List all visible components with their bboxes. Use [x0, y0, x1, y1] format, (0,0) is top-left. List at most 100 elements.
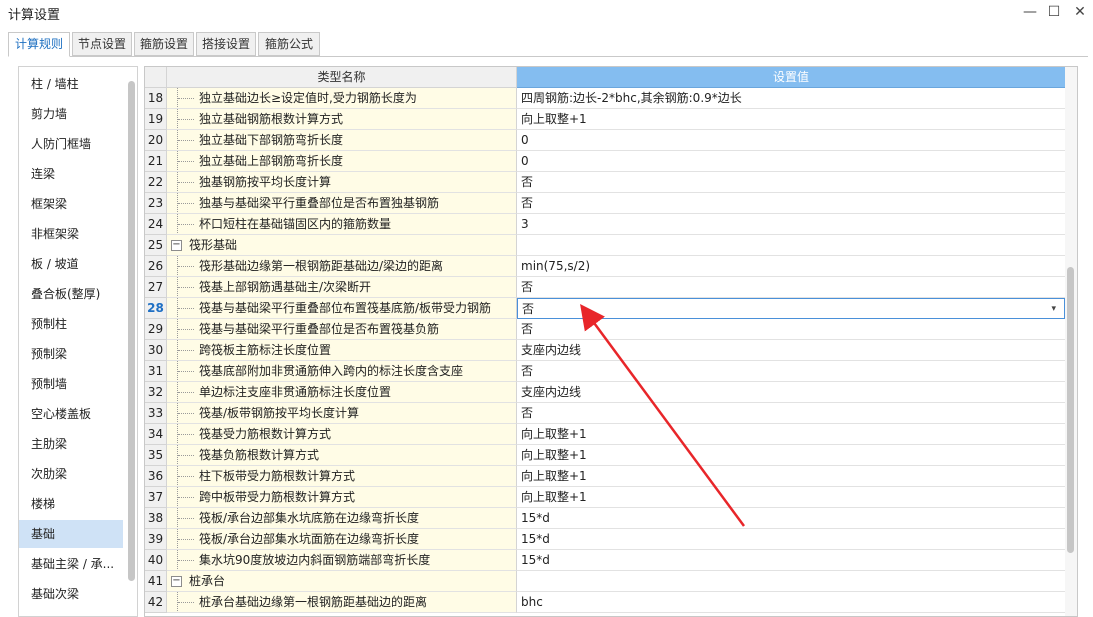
value-cell[interactable]: 四周钢筋:边长-2*bhc,其余钢筋:0.9*边长 — [517, 88, 1065, 109]
row-number[interactable]: 32 — [145, 382, 167, 403]
sidebar-item[interactable]: 楼梯 — [19, 490, 123, 518]
table-row[interactable]: 27 筏基上部钢筋遇基础主/次梁断开 否 — [145, 277, 1065, 298]
value-cell[interactable]: 否 — [517, 403, 1065, 424]
table-row[interactable]: 37 跨中板带受力筋根数计算方式 向上取整+1 — [145, 487, 1065, 508]
value-cell[interactable]: 向上取整+1 — [517, 487, 1065, 508]
row-number[interactable]: 20 — [145, 130, 167, 151]
value-cell[interactable]: bhc — [517, 592, 1065, 613]
maximize-icon[interactable]: ☐ — [1042, 2, 1066, 22]
grid-header-name[interactable]: 类型名称 — [167, 67, 517, 88]
type-name-cell[interactable]: 筏基与基础梁平行重叠部位是否布置筏基负筋 — [167, 319, 517, 340]
table-row[interactable]: 35 筏基负筋根数计算方式 向上取整+1 — [145, 445, 1065, 466]
type-name-cell[interactable]: 筏基上部钢筋遇基础主/次梁断开 — [167, 277, 517, 298]
group-row[interactable]: 41− 桩承台 — [145, 571, 1065, 592]
tab-stirrup-formula[interactable]: 箍筋公式 — [258, 32, 320, 56]
sidebar-item[interactable]: 次肋梁 — [19, 460, 123, 488]
type-name-cell[interactable]: 筏基/板带钢筋按平均长度计算 — [167, 403, 517, 424]
value-cell[interactable]: 3 — [517, 214, 1065, 235]
type-name-cell[interactable]: 独立基础下部钢筋弯折长度 — [167, 130, 517, 151]
value-cell[interactable]: 15*d — [517, 508, 1065, 529]
row-number[interactable]: 29 — [145, 319, 167, 340]
sidebar-item[interactable]: 基础 — [19, 520, 123, 548]
table-row[interactable]: 32 单边标注支座非贯通筋标注长度位置 支座内边线 — [145, 382, 1065, 403]
tab-stirrup-settings[interactable]: 箍筋设置 — [134, 32, 194, 56]
row-number[interactable]: 27 — [145, 277, 167, 298]
row-number[interactable]: 24 — [145, 214, 167, 235]
type-name-cell[interactable]: 单边标注支座非贯通筋标注长度位置 — [167, 382, 517, 403]
row-number[interactable]: 37 — [145, 487, 167, 508]
row-number[interactable]: 34 — [145, 424, 167, 445]
row-number[interactable]: 19 — [145, 109, 167, 130]
tab-calc-rules[interactable]: 计算规则 — [8, 32, 70, 57]
sidebar-item[interactable]: 空心楼盖板 — [19, 400, 123, 428]
table-row[interactable]: 19 独立基础钢筋根数计算方式 向上取整+1 — [145, 109, 1065, 130]
sidebar-item[interactable]: 叠合板(整厚) — [19, 280, 123, 308]
row-number[interactable]: 30 — [145, 340, 167, 361]
sidebar-item[interactable]: 预制柱 — [19, 310, 123, 338]
sidebar-item[interactable]: 柱 / 墙柱 — [19, 70, 123, 98]
sidebar-item[interactable]: 预制梁 — [19, 340, 123, 368]
value-cell[interactable]: 否 — [517, 361, 1065, 382]
value-cell[interactable]: 支座内边线 — [517, 340, 1065, 361]
value-cell[interactable]: 向上取整+1 — [517, 445, 1065, 466]
table-row[interactable]: 20 独立基础下部钢筋弯折长度 0 — [145, 130, 1065, 151]
tab-node-settings[interactable]: 节点设置 — [72, 32, 132, 56]
sidebar-item[interactable]: 框架梁 — [19, 190, 123, 218]
type-name-cell[interactable]: 杯口短柱在基础锚固区内的箍筋数量 — [167, 214, 517, 235]
grid-scrollbar[interactable] — [1065, 67, 1077, 616]
type-name-cell[interactable]: 筏基受力筋根数计算方式 — [167, 424, 517, 445]
row-number[interactable]: 35 — [145, 445, 167, 466]
sidebar-item[interactable]: 基础主梁 / 承... — [19, 550, 123, 578]
type-name-cell[interactable]: 桩承台基础边缘第一根钢筋距基础边的距离 — [167, 592, 517, 613]
sidebar-item[interactable]: 连梁 — [19, 160, 123, 188]
table-row[interactable]: 33 筏基/板带钢筋按平均长度计算 否 — [145, 403, 1065, 424]
table-row[interactable]: 30 跨筏板主筋标注长度位置 支座内边线 — [145, 340, 1065, 361]
row-number[interactable]: 42 — [145, 592, 167, 613]
row-number[interactable]: 40 — [145, 550, 167, 571]
value-cell[interactable]: 向上取整+1 — [517, 109, 1065, 130]
collapse-icon[interactable]: − — [171, 576, 182, 587]
table-row[interactable]: 40 集水坑90度放坡边内斜面钢筋端部弯折长度 15*d — [145, 550, 1065, 571]
type-name-cell[interactable]: 筏板/承台边部集水坑面筋在边缘弯折长度 — [167, 529, 517, 550]
table-row[interactable]: 23 独基与基础梁平行重叠部位是否布置独基钢筋 否 — [145, 193, 1065, 214]
value-cell[interactable]: 向上取整+1 — [517, 424, 1065, 445]
chevron-down-icon[interactable]: ▾ — [1051, 299, 1056, 318]
row-number[interactable]: 33 — [145, 403, 167, 424]
close-icon[interactable]: ✕ — [1068, 2, 1092, 22]
sidebar-item[interactable]: 人防门框墙 — [19, 130, 123, 158]
value-cell[interactable]: min(75,s/2) — [517, 256, 1065, 277]
value-cell[interactable]: 15*d — [517, 550, 1065, 571]
grid-header-value[interactable]: 设置值 — [517, 67, 1065, 88]
type-name-cell[interactable]: 独基钢筋按平均长度计算 — [167, 172, 517, 193]
sidebar-item[interactable]: 预制墙 — [19, 370, 123, 398]
row-number[interactable]: 21 — [145, 151, 167, 172]
group-row[interactable]: 25− 筏形基础 — [145, 235, 1065, 256]
tab-lap-settings[interactable]: 搭接设置 — [196, 32, 256, 56]
sidebar-item[interactable]: 基础次梁 — [19, 580, 123, 608]
row-number[interactable]: 31 — [145, 361, 167, 382]
row-number[interactable]: 39 — [145, 529, 167, 550]
type-name-cell[interactable]: 筏基与基础梁平行重叠部位布置筏基底筋/板带受力钢筋 — [167, 298, 517, 319]
table-row[interactable]: 22 独基钢筋按平均长度计算 否 — [145, 172, 1065, 193]
type-name-cell[interactable]: 独基与基础梁平行重叠部位是否布置独基钢筋 — [167, 193, 517, 214]
table-row[interactable]: 26 筏形基础边缘第一根钢筋距基础边/梁边的距离 min(75,s/2) — [145, 256, 1065, 277]
value-cell[interactable]: 支座内边线 — [517, 382, 1065, 403]
table-row[interactable]: 42 桩承台基础边缘第一根钢筋距基础边的距离 bhc — [145, 592, 1065, 613]
type-name-cell[interactable]: 独立基础上部钢筋弯折长度 — [167, 151, 517, 172]
type-name-cell[interactable]: 集水坑90度放坡边内斜面钢筋端部弯折长度 — [167, 550, 517, 571]
type-name-cell[interactable]: 跨中板带受力筋根数计算方式 — [167, 487, 517, 508]
type-name-cell[interactable]: 筏基底部附加非贯通筋伸入跨内的标注长度含支座 — [167, 361, 517, 382]
value-cell[interactable]: 0 — [517, 151, 1065, 172]
row-number[interactable]: 22 — [145, 172, 167, 193]
row-number[interactable]: 38 — [145, 508, 167, 529]
minimize-icon[interactable]: — — [1018, 2, 1042, 22]
grid-scrollbar-thumb[interactable] — [1067, 267, 1074, 553]
table-row[interactable]: 28 筏基与基础梁平行重叠部位布置筏基底筋/板带受力钢筋否 ▾ — [145, 298, 1065, 319]
value-cell[interactable]: 0 — [517, 130, 1065, 151]
type-name-cell[interactable]: 跨筏板主筋标注长度位置 — [167, 340, 517, 361]
row-number[interactable]: 18 — [145, 88, 167, 109]
sidebar-item[interactable]: 主肋梁 — [19, 430, 123, 458]
table-row[interactable]: 18 独立基础边长≥设定值时,受力钢筋长度为 四周钢筋:边长-2*bhc,其余钢筋:… — [145, 88, 1065, 109]
value-dropdown[interactable]: 否 ▾ — [517, 298, 1065, 319]
row-number[interactable]: 41 — [145, 571, 167, 592]
